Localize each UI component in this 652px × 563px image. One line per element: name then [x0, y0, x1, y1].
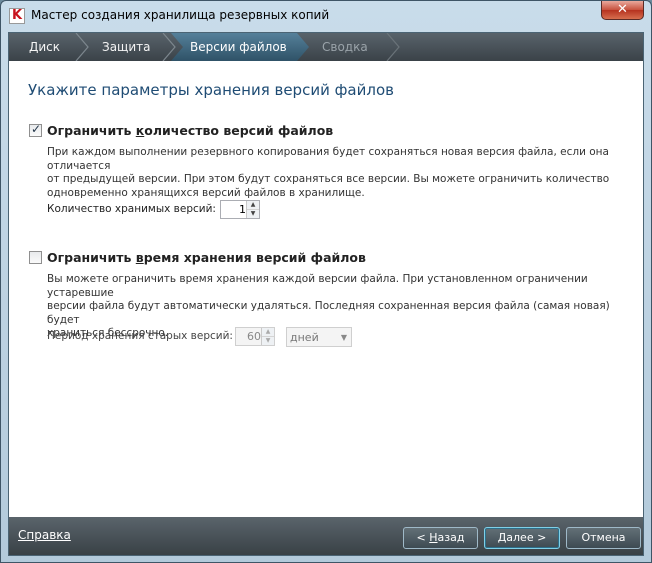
retention-unit-select: дней ▼	[286, 327, 352, 347]
retention-period-value: 60	[247, 330, 261, 343]
versions-count-value[interactable]: 1	[239, 203, 246, 216]
wizard-steps: Диск Защита Версии файлов Сводка	[9, 33, 643, 61]
chevron-separator-icon	[386, 33, 400, 61]
spin-down-icon: ▼	[262, 337, 274, 345]
limit-count-checkbox[interactable]: ✓	[29, 122, 42, 137]
limit-count-description: При каждом выполнении резервного копиров…	[47, 146, 610, 199]
spin-up-icon: ▲	[262, 328, 274, 337]
page-title: Укажите параметры хранения версий файлов	[28, 81, 394, 99]
cancel-button[interactable]: Отмена	[566, 527, 641, 549]
versions-count-spinner[interactable]: 1 ▲ ▼	[220, 200, 260, 219]
kaspersky-app-icon: K	[9, 8, 25, 24]
window-title: Мастер создания хранилища резервных копи…	[31, 8, 330, 22]
title-bar[interactable]: K Мастер создания хранилища резервных ко…	[1, 1, 651, 31]
checkmark-icon: ✓	[31, 122, 42, 136]
back-button[interactable]: < Назад	[403, 527, 478, 549]
step-disk[interactable]: Диск	[29, 33, 60, 61]
step-protection[interactable]: Защита	[102, 33, 151, 61]
wizard-content: Диск Защита Версии файлов Сводка Укажите…	[8, 32, 644, 556]
help-link[interactable]: Справка	[18, 528, 71, 542]
limit-time-label[interactable]: Ограничить время хранения версий файлов	[47, 250, 366, 265]
step-summary: Сводка	[322, 40, 368, 54]
retention-period-label: Период хранения старых версий:	[47, 330, 233, 342]
step-file-versions[interactable]: Версии файлов	[190, 33, 287, 61]
spin-up-icon[interactable]: ▲	[247, 201, 259, 210]
next-button[interactable]: Далее >	[484, 527, 560, 549]
chevron-separator-icon	[75, 33, 89, 61]
chevron-separator-icon	[162, 33, 176, 61]
chevron-down-icon: ▼	[340, 333, 347, 342]
versions-count-label: Количество хранимых версий:	[47, 203, 216, 215]
retention-period-spinner: 60 ▲ ▼	[235, 327, 275, 346]
limit-count-label[interactable]: Ограничить количество версий файлов	[47, 123, 333, 138]
limit-time-checkbox[interactable]	[29, 251, 42, 264]
wizard-window: K Мастер создания хранилища резервных ко…	[0, 0, 652, 563]
wizard-footer: Справка < Назад Далее > Отмена	[9, 517, 643, 555]
spin-down-icon[interactable]: ▼	[247, 210, 259, 218]
close-button[interactable]: ✕	[601, 1, 644, 20]
